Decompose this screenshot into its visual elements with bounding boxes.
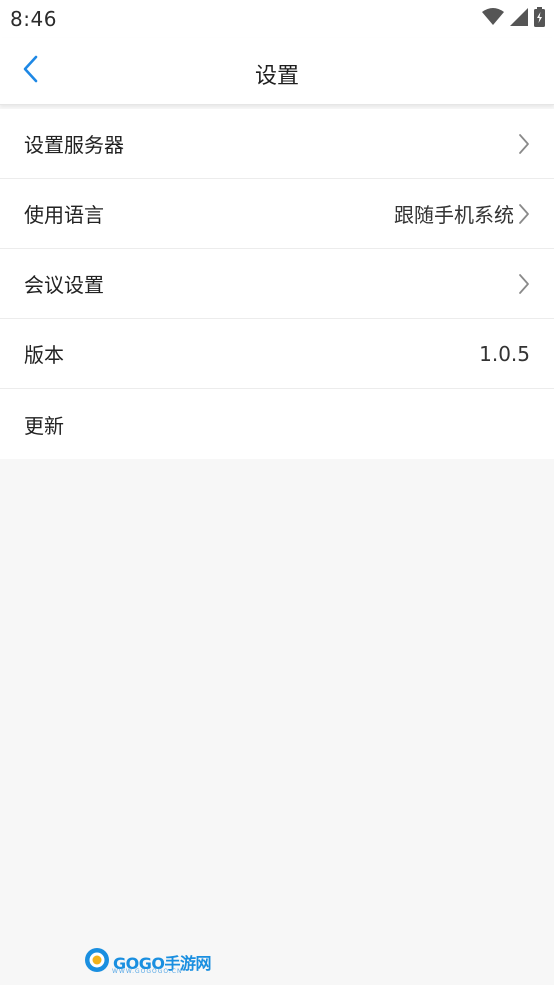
settings-row-right xyxy=(514,273,530,295)
settings-row-label: 使用语言 xyxy=(24,203,104,227)
settings-row-label: 更新 xyxy=(24,413,64,438)
settings-list: 设置服务器 使用语言 跟随手机系统 会议设置 版本 1.0.5 更新 xyxy=(0,109,554,459)
settings-row-server[interactable]: 设置服务器 xyxy=(0,109,554,179)
chevron-right-icon xyxy=(518,273,530,295)
battery-icon xyxy=(534,7,545,31)
watermark-logo: GOGO手游网 WWW.GOGOGO.CN xyxy=(84,948,211,976)
settings-row-right: 跟随手机系统 xyxy=(394,199,530,228)
wifi-icon xyxy=(482,8,504,30)
signal-icon xyxy=(510,8,528,30)
gogo-logo-icon xyxy=(84,947,110,977)
settings-row-value: 跟随手机系统 xyxy=(394,203,514,227)
chevron-right-icon xyxy=(518,133,530,155)
settings-row-meeting[interactable]: 会议设置 xyxy=(0,249,554,319)
settings-row-label: 设置服务器 xyxy=(24,133,124,157)
settings-row-language[interactable]: 使用语言 跟随手机系统 xyxy=(0,179,554,249)
status-time: 8:46 xyxy=(10,7,57,31)
settings-row-right: 1.0.5 xyxy=(479,342,530,366)
page-title: 设置 xyxy=(254,64,299,89)
version-value: 1.0.5 xyxy=(479,341,530,366)
status-icons xyxy=(482,7,545,31)
settings-row-label: 会议设置 xyxy=(24,273,104,297)
settings-row-version: 版本 1.0.5 xyxy=(0,319,554,389)
watermark-sub: WWW.GOGOGO.CN xyxy=(112,968,183,975)
header: 设置 xyxy=(0,38,554,105)
settings-row-right xyxy=(514,133,530,155)
settings-row-label: 版本 xyxy=(24,343,64,367)
chevron-right-icon xyxy=(518,203,530,225)
status-bar: 8:46 xyxy=(0,0,554,38)
settings-row-update[interactable]: 更新 xyxy=(0,389,554,459)
